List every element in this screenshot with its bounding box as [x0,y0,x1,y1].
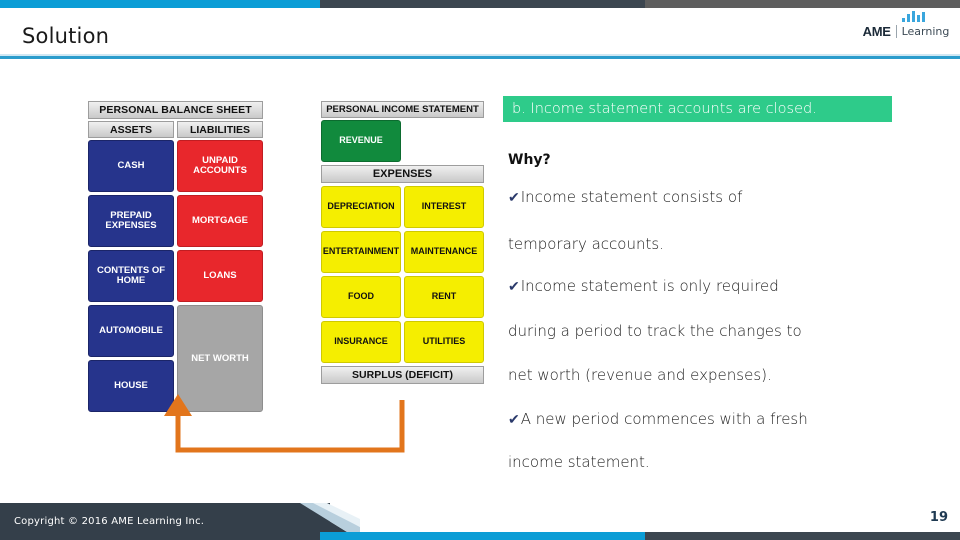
balance-sheet-liability-cell: LOANS [177,250,263,302]
balance-sheet-assets-column: CASH PREPAID EXPENSES CONTENTS OF HOME AUTO… [88,140,174,412]
bottom-bar-segment-dark [645,532,960,540]
income-statement-revenue-box: REVENUE [321,120,401,162]
balance-sheet-liability-cell: UNPAID ACCOUNTS [177,140,263,192]
income-statement-expense-grid: DEPRECIATION INTEREST ENTERTAINMENT MAINTEN… [321,186,484,363]
income-statement-expense-row: DEPRECIATION INTEREST [321,186,484,228]
page-title: Solution [22,24,110,48]
income-statement-expense-cell: UTILITIES [404,321,484,363]
page-number: 19 [929,510,948,525]
top-bar-segment-blue [0,0,320,8]
income-statement-expense-cell: ENTERTAINMENT [321,231,401,273]
logo-bar-2 [911,11,915,22]
balance-sheet-asset-cell: PREPAID EXPENSES [88,195,174,247]
check-icon: ✔ [508,279,520,295]
balance-sheet-asset-cell: CASH [88,140,174,192]
logo-bar-3 [916,15,920,22]
logo-brand-text: AME [862,24,891,39]
bullet-continuation: income statement. [508,453,908,471]
logo-wordmark: AME Learning [858,24,954,39]
bullet-text: income statement. [508,453,650,471]
income-statement-expense-row: FOOD RENT [321,276,484,318]
top-accent-bar [0,0,960,8]
top-bar-segment-gray [645,0,960,8]
income-statement-expense-cell: INSURANCE [321,321,401,363]
bullet-continuation: during a period to track the changes to [508,322,908,340]
balance-sheet-title: PERSONAL BALANCE SHEET [88,101,263,119]
income-statement-surplus-box: SURPLUS (DEFICIT) [321,366,484,384]
bullet-text: net worth (revenue and expenses). [508,366,772,384]
ame-learning-logo: AME Learning [858,9,954,45]
top-bar-segment-dark [320,0,645,8]
logo-bar-0 [901,18,905,22]
balance-sheet-header-liabilities: LIABILITIES [177,121,263,138]
income-statement-title: PERSONAL INCOME STATEMENT [321,101,484,118]
personal-income-statement-diagram: PERSONAL INCOME STATEMENT REVENUE EXPENS… [321,101,484,384]
bullet-item: ✔Income statement consists of [508,188,908,206]
bullet-text: A new period commences with a fresh [520,410,808,428]
bottom-bar-segment-blue [320,532,645,540]
balance-sheet-liabilities-column: UNPAID ACCOUNTS MORTGAGE LOANS NET WORTH [177,140,263,412]
bullet-text: Income statement is only required [520,277,779,295]
balance-sheet-column-headers: ASSETS LIABILITIES [88,121,263,138]
bullet-item: ✔A new period commences with a fresh [508,410,908,428]
balance-sheet-header-assets: ASSETS [88,121,174,138]
income-statement-expense-cell: MAINTENANCE [404,231,484,273]
bullet-text: temporary accounts. [508,235,664,253]
balance-sheet-body: CASH PREPAID EXPENSES CONTENTS OF HOME AUTO… [88,140,263,412]
check-icon: ✔ [508,412,520,428]
logo-bars-icon [872,9,954,22]
bullet-continuation: temporary accounts. [508,235,908,253]
check-icon: ✔ [508,190,520,206]
balance-sheet-asset-cell: AUTOMOBILE [88,305,174,357]
logo-divider [895,25,897,38]
logo-bar-1 [906,14,910,22]
bottom-bar-segment-navy [0,532,320,540]
bullet-continuation: net worth (revenue and expenses). [508,366,908,384]
why-label: Why? [508,152,551,168]
bullet-text: Income statement consists of [520,188,743,206]
balance-sheet-liability-cell: MORTGAGE [177,195,263,247]
income-statement-expense-row: INSURANCE UTILITIES [321,321,484,363]
income-statement-expenses-header: EXPENSES [321,165,484,183]
copyright-text: Copyright © 2016 AME Learning Inc. [14,516,205,527]
balance-sheet-asset-cell: CONTENTS OF HOME [88,250,174,302]
bottom-accent-bar [0,532,960,540]
surplus-to-net-worth-arrow [164,394,405,453]
bullet-text: during a period to track the changes to [508,322,802,340]
logo-sub-text: Learning [901,25,950,38]
income-statement-expense-cell: INTEREST [404,186,484,228]
income-statement-expense-cell: RENT [404,276,484,318]
answer-banner: b. Income statement accounts are closed. [503,96,892,122]
logo-bar-4 [921,12,925,22]
income-statement-expense-cell: FOOD [321,276,401,318]
income-statement-expense-row: ENTERTAINMENT MAINTENANCE [321,231,484,273]
title-rule [0,56,960,59]
personal-balance-sheet-diagram: PERSONAL BALANCE SHEET ASSETS LIABILITIE… [88,101,263,412]
income-statement-expense-cell: DEPRECIATION [321,186,401,228]
bullet-item: ✔Income statement is only required [508,277,908,295]
